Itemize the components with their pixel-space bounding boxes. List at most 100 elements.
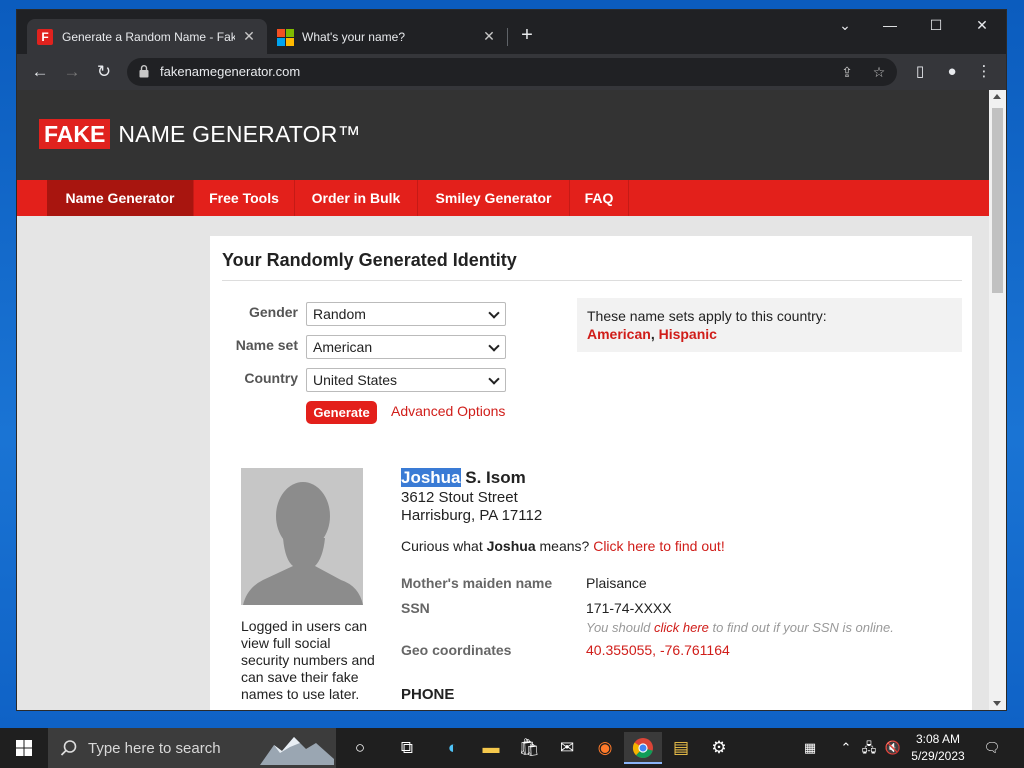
- file-explorer-icon[interactable]: ▬: [472, 732, 510, 764]
- site-logo[interactable]: FAKE NAME GENERATOR™: [39, 119, 361, 149]
- nav-faq[interactable]: FAQ: [570, 180, 629, 216]
- side-panel-icon[interactable]: ▯: [907, 59, 933, 85]
- address-line-1: 3612 Stout Street: [401, 489, 518, 506]
- search-highlight-image-icon: [260, 737, 334, 765]
- new-tab-button[interactable]: +: [515, 24, 539, 48]
- windows-logo-icon: [16, 740, 32, 756]
- edge-browser-icon[interactable]: ◐: [434, 732, 472, 764]
- browser-window: F Generate a Random Name - Fake Name Gen…: [17, 10, 1006, 710]
- chevron-down-icon: [488, 340, 500, 352]
- page-viewport: FAKE NAME GENERATOR™ Name Generator Free…: [17, 90, 989, 710]
- chrome-logo-icon: [632, 738, 653, 759]
- ssn-label: SSN: [401, 600, 430, 616]
- curious-name: Joshua: [486, 538, 536, 554]
- nav-order-in-bulk[interactable]: Order in Bulk: [295, 180, 418, 216]
- search-icon: [60, 740, 77, 756]
- geo-label: Geo coordinates: [401, 642, 512, 658]
- reload-icon[interactable]: ↻: [91, 59, 117, 85]
- network-icon[interactable]: 🖧: [858, 728, 880, 768]
- forward-arrow-icon[interactable]: →: [59, 59, 85, 85]
- taskbar-search-box[interactable]: Type here to search: [48, 728, 336, 768]
- nameset-select[interactable]: American: [306, 335, 506, 359]
- firefox-icon[interactable]: ◉: [586, 732, 624, 764]
- nameset-separator: ,: [650, 326, 659, 342]
- gender-select-value: Random: [313, 306, 366, 322]
- tab-close-icon[interactable]: ✕: [481, 28, 497, 45]
- person-full-name: Joshua S. Isom: [401, 468, 526, 488]
- microsoft-logo-icon: [277, 28, 294, 46]
- gender-label: Gender: [248, 304, 298, 320]
- mail-icon[interactable]: ✉: [548, 732, 586, 764]
- first-name-selected: Joshua: [401, 468, 461, 487]
- ssn-check-link[interactable]: click here: [654, 620, 709, 635]
- country-select[interactable]: United States: [306, 368, 506, 392]
- fake-name-generator-favicon-icon: F: [37, 28, 53, 45]
- ssn-note-prefix: You should: [586, 620, 654, 635]
- tab-separator: [507, 28, 508, 46]
- browser-toolbar: ← → ↻ fakenamegenerator.com ⇪ ☆ ▯ ● ⋮: [17, 54, 1006, 90]
- address-line-2: Harrisburg, PA 17112: [401, 507, 543, 524]
- phone-heading: PHONE: [401, 686, 455, 703]
- tab-close-icon[interactable]: ✕: [241, 28, 257, 45]
- name-meaning-link[interactable]: Click here to find out!: [593, 538, 725, 554]
- gender-select[interactable]: Random: [306, 302, 506, 326]
- login-note: Logged in users can view full social sec…: [241, 618, 375, 702]
- menu-kebab-icon[interactable]: ⋮: [971, 59, 997, 85]
- nav-smiley-generator[interactable]: Smiley Generator: [418, 180, 570, 216]
- minimize-button[interactable]: —: [867, 10, 913, 40]
- ssn-note-suffix: to find out if your SSN is online.: [708, 620, 894, 635]
- profile-icon[interactable]: ●: [939, 59, 965, 85]
- avatar-silhouette: [241, 468, 363, 605]
- share-icon[interactable]: ⇪: [837, 63, 857, 81]
- volume-muted-icon[interactable]: 🔇: [882, 728, 904, 768]
- tray-chevron-up-icon[interactable]: ⌃: [836, 728, 856, 768]
- scroll-thumb[interactable]: [992, 108, 1003, 293]
- nav-free-tools[interactable]: Free Tools: [194, 180, 295, 216]
- identity-card: Your Randomly Generated Identity Gender …: [210, 236, 972, 710]
- tab-search-button[interactable]: ⌄: [822, 10, 868, 40]
- ssn-note: You should click here to find out if you…: [586, 620, 894, 635]
- start-button[interactable]: [0, 728, 48, 768]
- scroll-down-arrow-icon[interactable]: [993, 701, 1001, 706]
- tab-strip: F Generate a Random Name - Fake Name Gen…: [17, 10, 1006, 54]
- lock-icon: [139, 65, 149, 78]
- tab-title: Generate a Random Name - Fake Name Gener…: [62, 29, 235, 44]
- logo-name-generator-text: NAME GENERATOR™: [118, 120, 361, 147]
- nameset-label: Name set: [235, 337, 298, 353]
- nameset-select-value: American: [313, 339, 373, 355]
- address-bar[interactable]: fakenamegenerator.com ⇪ ☆: [127, 58, 897, 86]
- tab-whats-your-name[interactable]: What's your name? ✕: [267, 19, 507, 54]
- geo-coordinates-link[interactable]: 40.355055, -76.761164: [586, 642, 730, 658]
- scroll-up-arrow-icon[interactable]: [993, 94, 1001, 99]
- clock-date: 5/29/2023: [911, 749, 965, 763]
- nav-name-generator[interactable]: Name Generator: [47, 180, 194, 216]
- tab-fake-name-generator[interactable]: F Generate a Random Name - Fake Name Gen…: [27, 19, 267, 54]
- notepad-icon[interactable]: ▤: [662, 732, 700, 764]
- curious-prefix: Curious what: [401, 538, 487, 554]
- windows-taskbar: Type here to search ○ ⧉ ◐ ▬ 🛍 ✉ ◉ ▤ ⚙ ▦ …: [0, 728, 1024, 768]
- notification-icon[interactable]: 🗨: [978, 728, 1006, 768]
- search-placeholder: Type here to search: [88, 740, 221, 757]
- chevron-down-icon: [488, 373, 500, 385]
- generate-button[interactable]: Generate: [306, 401, 377, 424]
- advanced-options-link[interactable]: Advanced Options: [391, 403, 505, 419]
- nameset-link-american[interactable]: American: [587, 326, 651, 342]
- country-select-value: United States: [313, 372, 398, 388]
- curious-mid: means?: [535, 538, 594, 554]
- widgets-icon[interactable]: ⧉: [388, 732, 426, 764]
- chrome-icon[interactable]: [624, 732, 662, 764]
- maximize-button[interactable]: ☐: [913, 10, 959, 40]
- tab-title: What's your name?: [302, 29, 406, 44]
- bookmark-star-icon[interactable]: ☆: [869, 63, 889, 81]
- taskbar-clock[interactable]: 3:08 AM 5/29/2023: [906, 731, 970, 765]
- control-panel-icon[interactable]: ⚙: [700, 732, 738, 764]
- task-view-icon[interactable]: ○: [341, 732, 379, 764]
- page-scrollbar[interactable]: [989, 90, 1006, 710]
- microsoft-store-icon[interactable]: 🛍: [510, 732, 548, 764]
- keyboard-icon[interactable]: ▦: [794, 728, 826, 768]
- nameset-link-hispanic[interactable]: Hispanic: [659, 326, 717, 342]
- nameset-info-text: These name sets apply to this country:: [587, 308, 827, 324]
- back-arrow-icon[interactable]: ←: [27, 59, 53, 85]
- close-window-button[interactable]: ✕: [959, 10, 1005, 40]
- name-meaning-line: Curious what Joshua means? Click here to…: [401, 538, 725, 554]
